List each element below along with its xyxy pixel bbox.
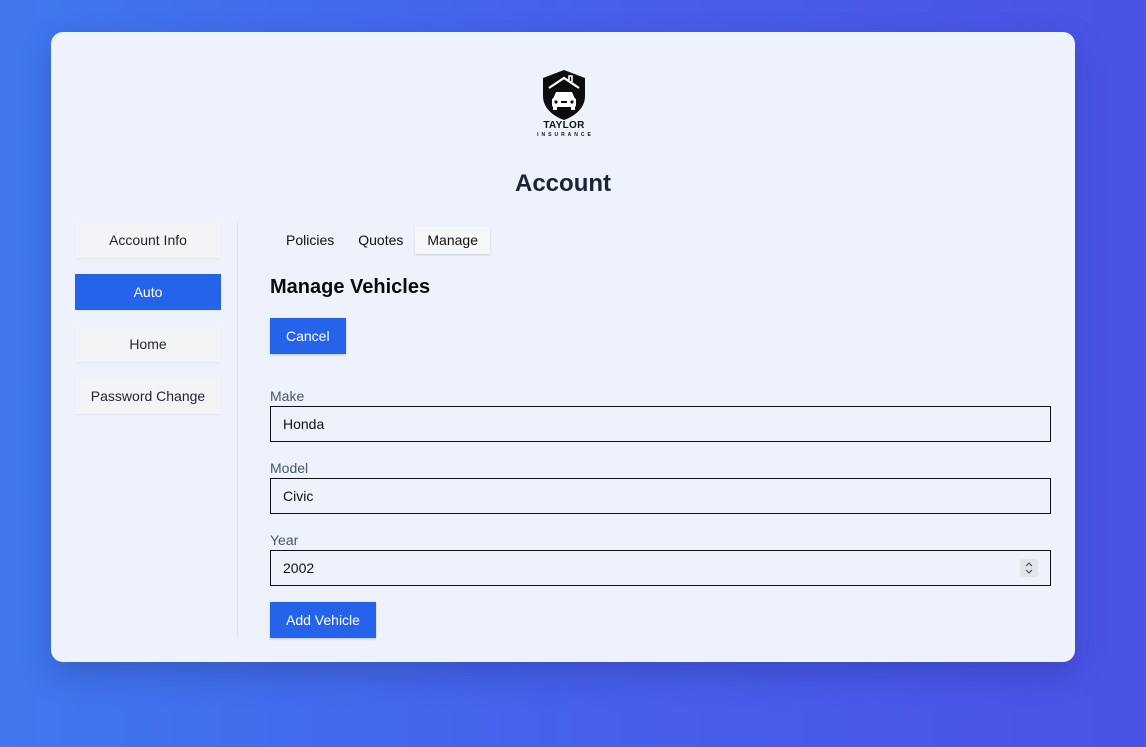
make-label: Make xyxy=(270,388,305,404)
spinner-arrows-icon[interactable] xyxy=(1020,559,1038,577)
add-vehicle-button[interactable]: Add Vehicle xyxy=(270,602,376,638)
model-label: Model xyxy=(270,460,309,476)
cancel-button[interactable]: Cancel xyxy=(270,318,346,354)
sidebar-divider xyxy=(237,222,238,638)
sidebar-item-account-info[interactable]: Account Info xyxy=(75,222,221,258)
sidebar-item-home[interactable]: Home xyxy=(75,326,221,362)
manage-vehicles-title: Manage Vehicles xyxy=(270,276,431,298)
page-title: Account xyxy=(515,170,611,197)
make-value: Honda xyxy=(283,416,325,432)
account-card: TAYLOR INSURANCE Account Account Info Au… xyxy=(51,32,1075,662)
make-field[interactable]: Honda xyxy=(270,406,1051,442)
year-label: Year xyxy=(270,532,299,548)
sidebar-item-auto[interactable]: Auto xyxy=(75,274,221,310)
year-field[interactable]: 2002 xyxy=(270,550,1051,586)
brand-tagline: INSURANCE xyxy=(537,132,594,138)
year-value: 2002 xyxy=(283,560,315,576)
model-value: Civic xyxy=(283,488,314,504)
tab-quotes[interactable]: Quotes xyxy=(346,226,415,254)
sidebar-item-password-change[interactable]: Password Change xyxy=(75,378,221,414)
auto-tabs: Policies Quotes Manage xyxy=(274,226,490,254)
shield-car-icon xyxy=(543,70,585,120)
account-sidebar: Account Info Auto Home Password Change xyxy=(75,222,221,430)
taylor-insurance-logo: TAYLOR INSURANCE xyxy=(529,68,599,142)
tab-policies[interactable]: Policies xyxy=(274,226,346,254)
model-field[interactable]: Civic xyxy=(270,478,1051,514)
brand-name: TAYLOR xyxy=(543,120,585,131)
tab-manage[interactable]: Manage xyxy=(415,226,490,254)
